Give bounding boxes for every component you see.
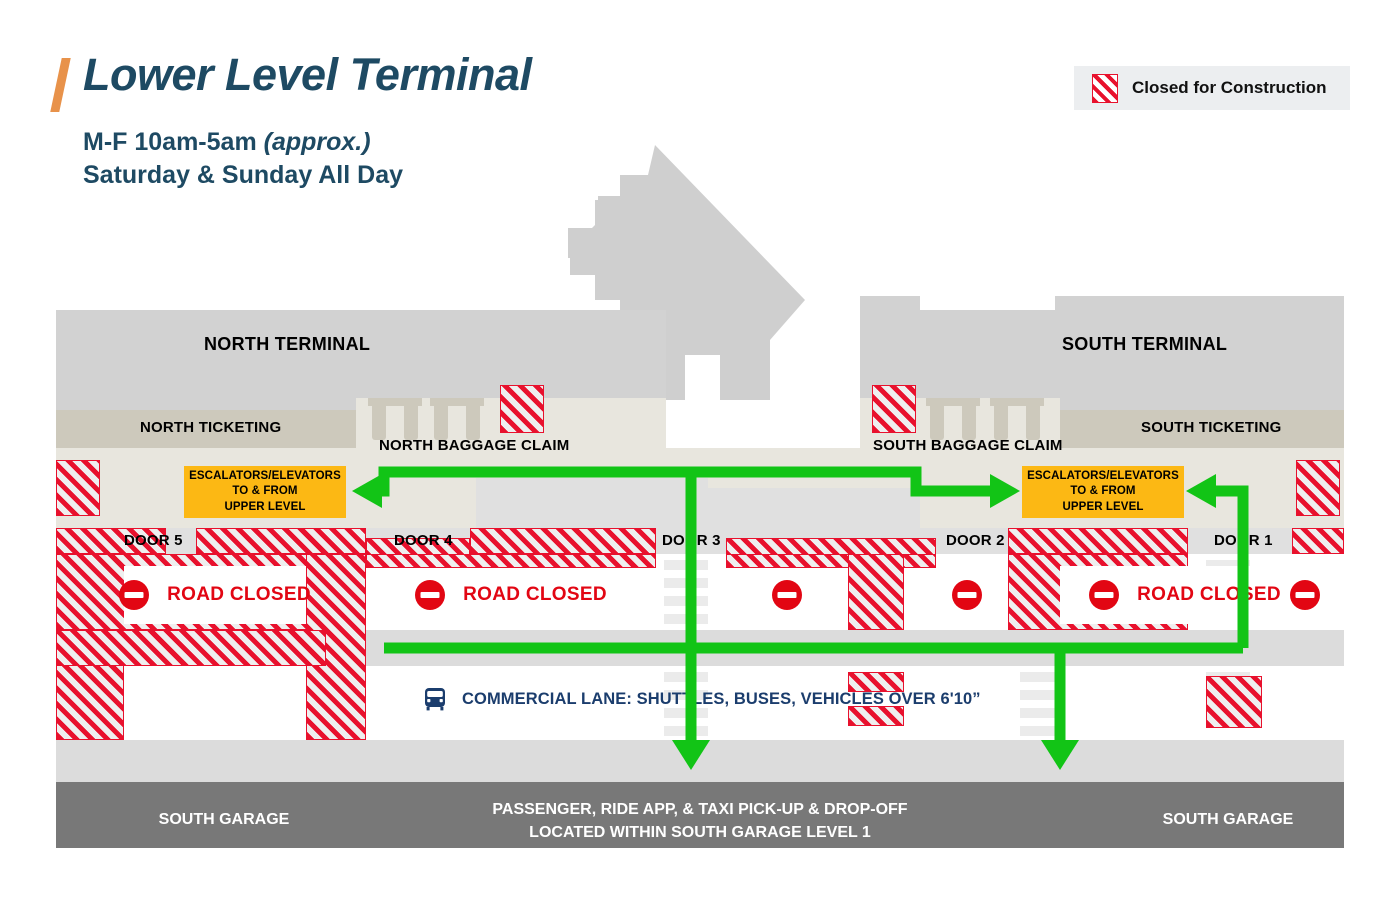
escalator-north-line1: ESCALATORS/ELEVATORS bbox=[189, 469, 341, 482]
map-canvas: NORTH TERMINAL NORTH TICKETING NORTH BAG… bbox=[0, 0, 1400, 900]
road-closed-sign-center-east bbox=[936, 566, 998, 624]
road-closed-label: ROAD CLOSED bbox=[1137, 584, 1281, 605]
door-label-door3: DOOR 3 bbox=[662, 532, 721, 549]
crosswalk-stripe bbox=[664, 596, 708, 606]
construction-zone-door2-right bbox=[1008, 528, 1188, 554]
silhouette-notch-a bbox=[598, 196, 626, 228]
center-pad-west bbox=[476, 478, 708, 528]
road-closed-sign-center-west: ROAD CLOSED bbox=[366, 566, 656, 624]
north-baggage-claim-label: NORTH BAGGAGE CLAIM bbox=[379, 437, 570, 454]
garage-pickup-notice: PASSENGER, RIDE APP, & TAXI PICK-UP & DR… bbox=[450, 798, 950, 844]
commercial-lane-notice: COMMERCIAL LANE: SHUTTLES, BUSES, VEHICL… bbox=[422, 686, 981, 712]
south-pier-cap-1 bbox=[926, 398, 980, 406]
south-baggage-claim-label: SOUTH BAGGAGE CLAIM bbox=[873, 437, 1063, 454]
construction-zone-south-baggage bbox=[872, 385, 916, 433]
south-pier-cap-2 bbox=[990, 398, 1044, 406]
no-entry-icon bbox=[1089, 580, 1120, 610]
road-closed-label: ROAD CLOSED bbox=[167, 584, 311, 605]
escalator-box-south: ESCALATORS/ELEVATORS TO & FROM UPPER LEV… bbox=[1022, 466, 1184, 518]
garage-pickup-line-1: PASSENGER, RIDE APP, & TAXI PICK-UP & DR… bbox=[492, 801, 908, 818]
south-terminal-block-ext bbox=[860, 296, 920, 398]
no-entry-icon bbox=[415, 580, 446, 610]
construction-zone-door4-right bbox=[470, 528, 656, 554]
no-entry-icon bbox=[952, 580, 982, 610]
crosswalk-stripe bbox=[664, 726, 708, 736]
road-closed-sign-west: ROAD CLOSED bbox=[119, 566, 311, 624]
no-entry-icon bbox=[772, 580, 802, 610]
no-entry-icon bbox=[119, 580, 150, 610]
crosswalk-stripe bbox=[1020, 726, 1064, 736]
commercial-lane-label: COMMERCIAL LANE: SHUTTLES, BUSES, VEHICL… bbox=[462, 689, 981, 708]
north-terminal-label: NORTH TERMINAL bbox=[204, 334, 371, 354]
north-pier-cap-2 bbox=[430, 398, 484, 406]
construction-zone-west-median bbox=[56, 630, 326, 666]
escalator-box-north: ESCALATORS/ELEVATORS TO & FROM UPPER LEV… bbox=[184, 466, 346, 518]
south-ticketing-label: SOUTH TICKETING bbox=[1141, 419, 1282, 436]
center-pad-east bbox=[708, 488, 920, 528]
escalator-south-line2: TO & FROM bbox=[1070, 485, 1136, 498]
crosswalk-stripe bbox=[1020, 690, 1064, 700]
construction-zone-door1-right bbox=[1292, 528, 1344, 554]
escalator-south-line1: ESCALATORS/ELEVATORS bbox=[1027, 469, 1179, 482]
door-label-door4: DOOR 4 bbox=[394, 532, 453, 549]
construction-zone-center-block bbox=[848, 554, 904, 630]
door-label-door1: DOOR 1 bbox=[1214, 532, 1273, 549]
garage-pickup-line-2: LOCATED WITHIN SOUTH GARAGE LEVEL 1 bbox=[529, 824, 871, 842]
escalator-north-line2: TO & FROM bbox=[232, 485, 298, 498]
door-label-door2: DOOR 2 bbox=[946, 532, 1005, 549]
outer-median bbox=[56, 740, 1344, 782]
escalator-south-line3: UPPER LEVEL bbox=[1062, 500, 1144, 513]
crosswalk-stripe bbox=[664, 672, 708, 682]
door-label-door5: DOOR 5 bbox=[124, 532, 183, 549]
no-entry-icon bbox=[1290, 580, 1320, 610]
road-closed-sign-center bbox=[756, 566, 818, 624]
silhouette-notch-b bbox=[568, 228, 598, 258]
construction-zone-south-curb bbox=[1296, 460, 1340, 516]
road-closed-sign-far-east bbox=[1274, 566, 1336, 624]
construction-zone-north-curb bbox=[56, 460, 100, 516]
crosswalk-stripe bbox=[1020, 672, 1064, 682]
south-garage-label-right: SOUTH GARAGE bbox=[1162, 811, 1294, 828]
road-closed-sign-east: ROAD CLOSED bbox=[1060, 566, 1310, 624]
south-terminal-label: SOUTH TERMINAL bbox=[1062, 334, 1228, 354]
south-garage-label-left: SOUTH GARAGE bbox=[158, 811, 290, 828]
north-ticketing-label: NORTH TICKETING bbox=[140, 419, 282, 436]
crosswalk-stripe bbox=[1020, 708, 1064, 718]
south-terminal-top bbox=[1055, 296, 1344, 316]
escalator-north-line3: UPPER LEVEL bbox=[224, 500, 306, 513]
north-pier-cap-1 bbox=[368, 398, 422, 406]
construction-zone-commercial-c bbox=[1206, 676, 1262, 728]
terminal-map-page: Lower Level Terminal M-F 10am-5am (appro… bbox=[0, 0, 1400, 900]
construction-zone-north-baggage bbox=[500, 385, 544, 433]
road-closed-label: ROAD CLOSED bbox=[463, 584, 607, 605]
construction-zone-door5-right bbox=[196, 528, 366, 554]
crosswalk-stripe bbox=[664, 560, 708, 570]
crosswalk-stripe bbox=[664, 578, 708, 588]
bus-icon bbox=[425, 688, 445, 711]
crosswalk-stripe bbox=[664, 614, 708, 624]
